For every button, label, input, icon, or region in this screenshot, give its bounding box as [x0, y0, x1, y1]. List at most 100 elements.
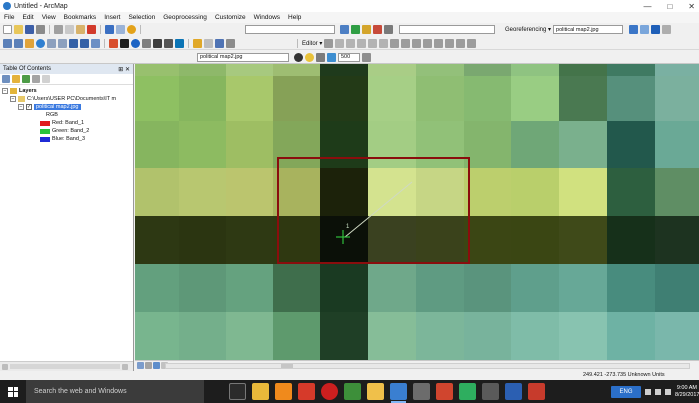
straight-segment-icon[interactable]	[346, 38, 356, 48]
layout-view-toggle-icon[interactable]	[145, 362, 152, 369]
select-features-icon[interactable]	[91, 38, 100, 48]
rotate-feature-icon[interactable]	[434, 38, 444, 48]
editor-toolbar-icon[interactable]	[340, 25, 349, 34]
endpoint-arc-icon[interactable]	[357, 38, 367, 48]
georeferencing-label[interactable]: Georeferencing ▾	[505, 26, 551, 33]
map-display[interactable]: 1	[135, 64, 699, 360]
red-swatch[interactable]	[40, 120, 50, 126]
battery-icon[interactable]	[665, 388, 671, 395]
task-view-icon[interactable]	[229, 383, 246, 400]
split-icon[interactable]	[423, 38, 433, 48]
attributes-icon[interactable]	[445, 38, 455, 48]
menu-customize[interactable]: Customize	[215, 14, 246, 21]
collapse-icon[interactable]: −	[2, 88, 8, 94]
chrome-icon[interactable]	[367, 383, 384, 400]
editor-menu[interactable]: Editor ▾	[302, 40, 322, 47]
hyperlink-icon[interactable]	[142, 38, 151, 48]
new-document-icon[interactable]	[3, 25, 12, 34]
clock[interactable]: 9:00 AM 8/29/2017	[675, 385, 699, 399]
add-data-icon[interactable]	[127, 25, 136, 34]
paste-icon[interactable]	[76, 25, 85, 34]
create-features-icon[interactable]	[467, 38, 477, 48]
toc-scrollbar[interactable]	[0, 361, 133, 371]
refresh-icon[interactable]	[153, 362, 160, 369]
toc-pin-close[interactable]: ⊞ ✕	[118, 66, 130, 73]
app-teal-icon[interactable]	[459, 383, 476, 400]
shift-icon[interactable]	[640, 25, 650, 34]
cut-icon[interactable]	[54, 25, 63, 34]
collapse-icon[interactable]: −	[10, 96, 16, 102]
file-explorer-icon[interactable]	[252, 383, 269, 400]
undo-icon[interactable]	[105, 25, 114, 34]
clear-selection-icon[interactable]	[109, 38, 118, 48]
collapse-icon[interactable]: −	[18, 104, 24, 110]
arcmap-taskbar-icon[interactable]	[390, 383, 407, 403]
copy-icon[interactable]	[65, 25, 74, 34]
blue-swatch[interactable]	[40, 136, 50, 142]
zoom-in-icon[interactable]	[3, 38, 12, 48]
back-extent-icon[interactable]	[69, 38, 78, 48]
volume-icon[interactable]	[655, 388, 661, 395]
trace-icon[interactable]	[368, 38, 378, 48]
list-by-visibility-icon[interactable]	[22, 75, 30, 83]
time-slider-icon[interactable]	[204, 38, 213, 48]
horizontal-scrollbar[interactable]	[165, 363, 690, 369]
menu-insert[interactable]: Insert	[104, 14, 120, 21]
redo-icon[interactable]	[116, 25, 125, 34]
data-view-toggle-icon[interactable]	[137, 362, 144, 369]
effects-layer-dropdown[interactable]: political map2.jpg	[197, 52, 289, 62]
zoom-out-icon[interactable]	[14, 38, 23, 48]
identify-icon[interactable]	[131, 38, 140, 48]
taskbar-search[interactable]: Search the web and Windows	[26, 380, 204, 403]
menu-edit[interactable]: Edit	[22, 14, 33, 21]
language-indicator[interactable]: ENG	[611, 385, 641, 398]
menu-bookmarks[interactable]: Bookmarks	[64, 14, 97, 21]
network-icon[interactable]	[645, 388, 651, 395]
opera-icon[interactable]	[321, 383, 338, 400]
reshape-icon[interactable]	[401, 38, 411, 48]
app-grey-icon[interactable]	[413, 383, 430, 400]
toc-window-icon[interactable]	[351, 25, 360, 34]
layer-row[interactable]: − ✓ political map2.jpg	[2, 103, 133, 111]
find-icon[interactable]	[175, 38, 184, 48]
add-control-points-icon[interactable]	[651, 25, 661, 34]
word-icon[interactable]	[505, 383, 522, 400]
edit-vertices-icon[interactable]	[390, 38, 400, 48]
green-swatch[interactable]	[40, 128, 50, 134]
edit-tool-icon[interactable]	[324, 38, 334, 48]
open-folder-icon[interactable]	[14, 25, 23, 34]
maximize-button[interactable]: □	[667, 2, 672, 11]
app-green-icon[interactable]	[344, 383, 361, 400]
toc-scroll-thumb[interactable]	[10, 364, 120, 369]
search-window-icon[interactable]	[373, 25, 382, 34]
html-popup-icon[interactable]	[153, 38, 162, 48]
data-view-icon[interactable]	[226, 38, 235, 48]
layout-view-icon[interactable]	[215, 38, 224, 48]
menu-windows[interactable]: Windows	[254, 14, 280, 21]
scroll-left-icon[interactable]	[2, 363, 8, 370]
view-link-table-icon[interactable]	[662, 25, 672, 34]
scroll-thumb[interactable]	[281, 364, 293, 368]
flicker-icon[interactable]	[362, 52, 371, 62]
menu-selection[interactable]: Selection	[128, 14, 155, 21]
options-icon[interactable]	[42, 75, 50, 83]
goto-xy-icon[interactable]	[193, 38, 202, 48]
fixed-zoom-out-icon[interactable]	[58, 38, 67, 48]
menu-help[interactable]: Help	[288, 14, 301, 21]
rotate-icon[interactable]	[629, 25, 639, 34]
point-icon[interactable]	[379, 38, 389, 48]
full-extent-icon[interactable]	[36, 38, 45, 48]
layer-scale-dropdown[interactable]	[399, 25, 495, 34]
list-by-source-icon[interactable]	[12, 75, 20, 83]
app-dark-icon[interactable]	[482, 383, 499, 400]
map-scale-dropdown[interactable]	[245, 25, 335, 34]
menu-geoprocessing[interactable]: Geoprocessing	[163, 14, 207, 21]
minimize-button[interactable]: —	[643, 2, 651, 11]
forward-extent-icon[interactable]	[80, 38, 89, 48]
folder-row[interactable]: − C:\Users\USER PC\Documents\IT m	[2, 95, 133, 103]
menu-view[interactable]: View	[42, 14, 56, 21]
value-input[interactable]: 500	[338, 52, 360, 62]
list-by-selection-icon[interactable]	[32, 75, 40, 83]
brightness-icon[interactable]	[305, 52, 314, 62]
arctoolbox-icon[interactable]	[384, 25, 393, 34]
